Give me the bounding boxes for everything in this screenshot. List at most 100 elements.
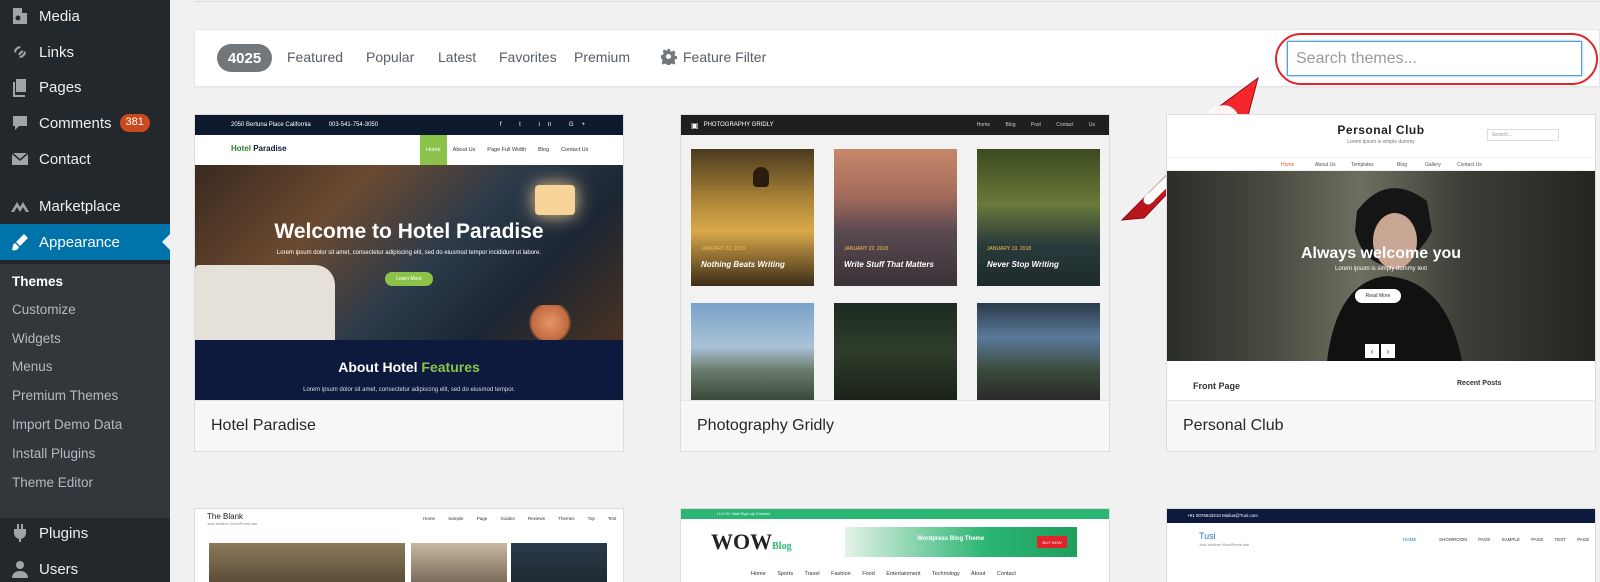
preview-nav-item: Contact Us xyxy=(561,147,589,153)
submenu-widgets[interactable]: Widgets xyxy=(12,331,61,346)
feature-filter-button[interactable]: Feature Filter xyxy=(660,48,766,65)
theme-card-the-blank[interactable]: The Blank Just another WordPress site Ho… xyxy=(194,508,624,582)
sidebar-item-pages[interactable]: Pages xyxy=(0,69,170,105)
theme-screenshot[interactable]: ▣ PHOTOGRAPHY GRIDLY Home Blog Post Cont… xyxy=(681,115,1109,400)
preview-nav-item: Home xyxy=(420,135,447,165)
preview-banner: Wordpress Blog Theme BUY NOW xyxy=(845,527,1077,557)
theme-name: Personal Club xyxy=(1167,400,1595,451)
preview-address: 2050 Bertuna Place California xyxy=(231,122,311,128)
preview-hero-title: Always welcome you xyxy=(1300,245,1462,262)
submenu-import-demo-data[interactable]: Import Demo Data xyxy=(12,417,122,432)
submenu-customize[interactable]: Customize xyxy=(12,302,76,317)
user-icon xyxy=(9,558,31,580)
about-title-part: Features xyxy=(421,359,480,375)
sidebar-item-label: Media xyxy=(39,7,80,25)
submenu-premium-themes[interactable]: Premium Themes xyxy=(12,388,118,403)
theme-card-hotel-paradise[interactable]: 2050 Bertuna Place California 003-541-75… xyxy=(194,114,624,452)
preview-about: About Hotel Features Lorem ipsum dolor s… xyxy=(195,340,623,400)
theme-name: Hotel Paradise xyxy=(195,400,623,451)
sidebar-item-contact[interactable]: Contact xyxy=(0,141,170,177)
submenu-install-plugins[interactable]: Install Plugins xyxy=(12,446,95,461)
grid-tile: JANUARY 19, 2018 Never Stop Writing xyxy=(977,149,1100,286)
grid-tile: JANUARY 22, 2018 Write Stuff That Matters xyxy=(834,149,957,286)
sidebar-item-label: Contact xyxy=(39,150,91,168)
preview-hero-button: Read More xyxy=(1355,289,1401,303)
preview-header: The Blank Just another WordPress site Ho… xyxy=(195,509,623,531)
preview-hero: Welcome to Hotel Paradise Lorem ipsum do… xyxy=(195,165,623,340)
submenu-themes[interactable]: Themes xyxy=(12,274,63,289)
preview-nav-item: Contact Us xyxy=(1457,162,1482,168)
submenu-menus[interactable]: Menus xyxy=(12,359,53,374)
sidebar-item-label: Marketplace xyxy=(39,197,121,215)
theme-card-personal-club[interactable]: Personal Club Lorem ipsum is simple dumm… xyxy=(1166,114,1596,452)
preview-topbar: ▣ PHOTOGRAPHY GRIDLY Home Blog Post Cont… xyxy=(681,115,1109,135)
marketplace-icon xyxy=(9,195,31,217)
preview-image xyxy=(411,543,507,582)
banner-button: BUY NOW xyxy=(1037,536,1067,548)
sidebar-item-media[interactable]: Media xyxy=(0,0,170,34)
preview-about-title: About Hotel Features xyxy=(195,359,623,375)
preview-nav-item: About Us xyxy=(1315,162,1336,168)
link-icon xyxy=(9,41,31,63)
preview-nav-item: Templates xyxy=(1351,162,1374,168)
theme-card-photography-gridly[interactable]: ▣ PHOTOGRAPHY GRIDLY Home Blog Post Cont… xyxy=(680,114,1110,452)
tile-title: Never Stop Writing xyxy=(987,260,1059,269)
theme-screenshot[interactable]: The Blank Just another WordPress site Ho… xyxy=(195,509,623,582)
theme-card-tusi[interactable]: +91 0076543210 Mailus@Tusi.com Tusi Just… xyxy=(1166,508,1596,582)
preview-nav: Home About Us Templates Blog Gallery Con… xyxy=(1167,157,1595,171)
tab-popular[interactable]: Popular xyxy=(366,49,414,65)
tab-premium[interactable]: Premium xyxy=(574,49,630,65)
theme-screenshot[interactable]: Personal Club Lorem ipsum is simple dumm… xyxy=(1167,115,1595,400)
comment-icon xyxy=(9,112,31,134)
preview-logo: WOWBlog xyxy=(711,529,792,555)
preview-topbar: 2050 Bertuna Place California 003-541-75… xyxy=(195,115,623,135)
tile-title: Nothing Beats Writing xyxy=(701,260,785,269)
mail-icon xyxy=(9,148,31,170)
tab-featured[interactable]: Featured xyxy=(287,49,343,65)
tab-latest[interactable]: Latest xyxy=(438,49,476,65)
preview-footer: Front Page Recent Posts xyxy=(1167,361,1595,400)
grid-tile xyxy=(834,303,957,400)
preview-nav-item: Home xyxy=(1281,162,1295,168)
top-divider xyxy=(194,0,1600,2)
about-title-part: About Hotel xyxy=(338,359,422,375)
sidebar-item-label: Appearance xyxy=(39,233,120,251)
appearance-submenu: Themes Customize Widgets Menus Premium T… xyxy=(0,264,170,518)
theme-screenshot[interactable]: +91 0076543210 Mailus@Tusi.com Tusi Just… xyxy=(1167,509,1595,582)
comment-count-badge: 381 xyxy=(119,114,150,132)
grid-tile: JANUARY 22, 2018 Nothing Beats Writing xyxy=(691,149,814,286)
logo-part: Paradise xyxy=(251,144,287,153)
sidebar-item-marketplace[interactable]: Marketplace xyxy=(0,188,170,224)
preview-recent-posts: Recent Posts xyxy=(1457,380,1502,387)
preview-image xyxy=(511,543,607,582)
annotation-circle xyxy=(1275,33,1598,85)
theme-count: 4025 xyxy=(217,44,272,72)
preview-logo: Hotel Paradise xyxy=(231,144,287,153)
preview-hero-title: Welcome to Hotel Paradise xyxy=(274,220,544,243)
sidebar-item-users[interactable]: Users xyxy=(0,551,170,582)
theme-screenshot[interactable]: 2050 Bertuna Place California 003-541-75… xyxy=(195,115,623,400)
sidebar-item-plugins[interactable]: Plugins xyxy=(0,515,170,551)
preview-logo: The Blank xyxy=(207,512,244,521)
theme-card-wow-blog[interactable]: f t in G+ Mail Sign Up Contact WOWBlog W… xyxy=(680,508,1110,582)
sidebar-item-comments[interactable]: Comments 381 xyxy=(0,105,170,141)
sidebar-item-label: Links xyxy=(39,43,75,61)
preview-brand: PHOTOGRAPHY GRIDLY xyxy=(703,122,774,128)
sidebar-item-appearance[interactable]: Appearance xyxy=(0,224,170,260)
lamp-shape xyxy=(535,185,575,215)
feature-filter-label: Feature Filter xyxy=(683,48,767,65)
sidebar-item-links[interactable]: Links xyxy=(0,34,170,70)
grid-tile xyxy=(691,303,814,400)
preview-image xyxy=(209,543,405,582)
brush-icon xyxy=(9,231,31,253)
tile-date: JANUARY 22, 2018 xyxy=(701,246,746,252)
preview-hero: Always welcome you Lorem ipsum is simply… xyxy=(1167,171,1595,361)
theme-screenshot[interactable]: f t in G+ Mail Sign Up Contact WOWBlog W… xyxy=(681,509,1109,582)
plugin-icon xyxy=(9,522,31,544)
balloon-shape xyxy=(753,167,769,187)
chevron-left-icon: ‹ xyxy=(1365,344,1379,358)
preview-topbar: +91 0076543210 Mailus@Tusi.com xyxy=(1167,509,1595,523)
submenu-theme-editor[interactable]: Theme Editor xyxy=(12,475,93,490)
preview-nav-item: Gallery xyxy=(1425,162,1441,168)
tab-favorites[interactable]: Favorites xyxy=(499,49,557,65)
